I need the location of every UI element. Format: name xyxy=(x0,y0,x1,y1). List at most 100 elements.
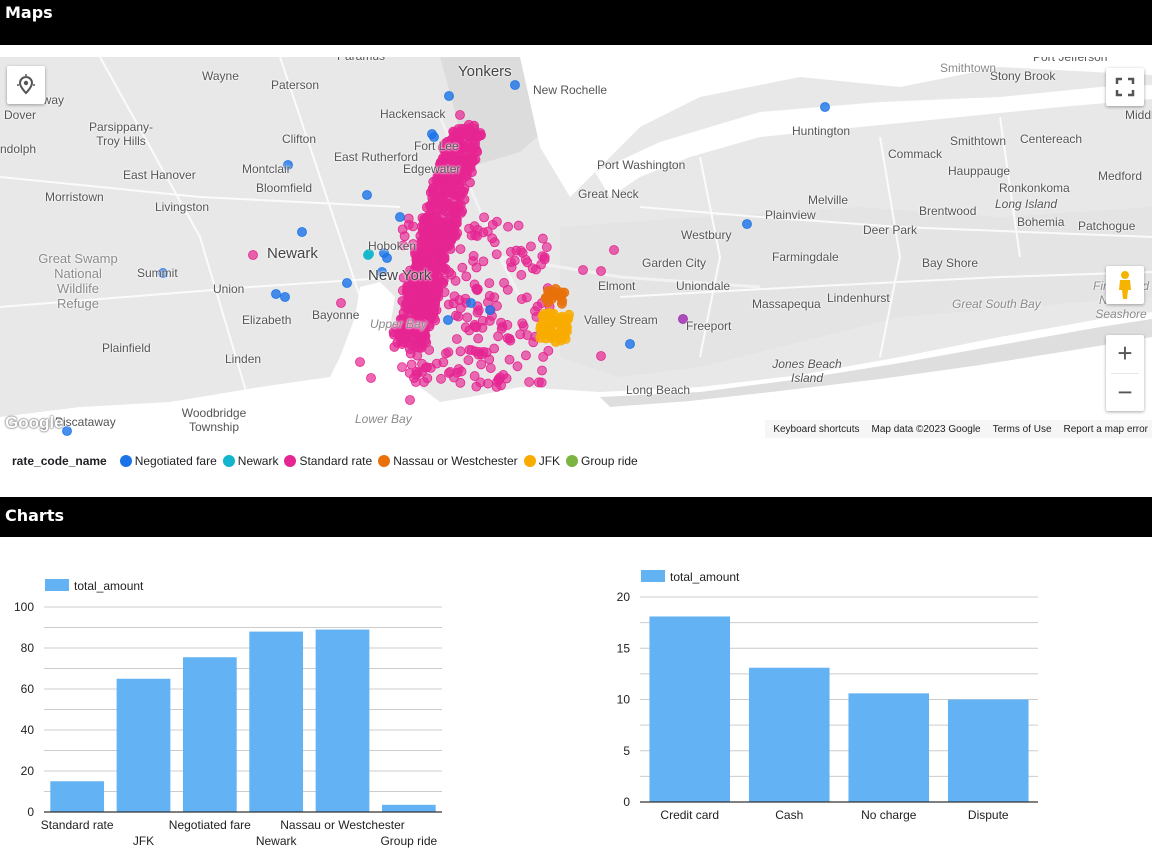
trip-point[interactable] xyxy=(416,235,427,246)
trip-point[interactable] xyxy=(516,294,527,304)
trip-point[interactable] xyxy=(457,262,468,273)
trip-point[interactable] xyxy=(469,123,480,134)
trip-point[interactable] xyxy=(476,359,487,370)
trip-point[interactable] xyxy=(461,271,472,282)
trip-point[interactable] xyxy=(506,257,516,268)
trip-point[interactable] xyxy=(625,339,635,349)
trip-point[interactable] xyxy=(550,283,561,294)
trip-point[interactable] xyxy=(462,162,472,173)
trip-point[interactable] xyxy=(503,221,513,232)
legend-item-negotiated-fare[interactable]: Negotiated fare xyxy=(119,454,217,468)
trip-point[interactable] xyxy=(820,102,830,112)
map-view[interactable]: Yonkers Paramus Wayne Paterson Hackensack New… xyxy=(0,57,1152,438)
trip-point[interactable] xyxy=(405,395,415,405)
trip-point[interactable] xyxy=(510,80,520,90)
trip-point[interactable] xyxy=(537,365,547,376)
trip-point[interactable] xyxy=(473,333,484,344)
trip-point[interactable] xyxy=(423,257,434,268)
trip-point[interactable] xyxy=(438,278,449,289)
trip-point[interactable] xyxy=(472,132,483,143)
trip-point[interactable] xyxy=(469,371,480,381)
trip-point[interactable] xyxy=(513,220,524,231)
trip-point[interactable] xyxy=(470,154,481,165)
trip-point[interactable] xyxy=(609,245,619,255)
trip-point[interactable] xyxy=(439,287,450,298)
trip-point[interactable] xyxy=(543,290,554,300)
trip-point[interactable] xyxy=(541,242,552,253)
trip-point[interactable] xyxy=(455,110,465,120)
trip-point[interactable] xyxy=(455,346,466,357)
trip-point[interactable] xyxy=(434,260,444,271)
trip-point[interactable] xyxy=(431,291,442,301)
trip-point[interactable] xyxy=(460,322,471,333)
trip-point[interactable] xyxy=(578,265,588,275)
trip-point[interactable] xyxy=(449,197,460,208)
trip-point[interactable] xyxy=(412,350,423,361)
trip-point[interactable] xyxy=(416,331,426,342)
trip-point[interactable] xyxy=(596,351,606,361)
trip-point[interactable] xyxy=(520,254,531,265)
trip-point[interactable] xyxy=(443,315,453,325)
trip-point[interactable] xyxy=(407,333,418,344)
trip-point[interactable] xyxy=(484,278,495,289)
trip-point[interactable] xyxy=(531,264,541,275)
trip-point[interactable] xyxy=(477,322,488,333)
trip-point[interactable] xyxy=(408,221,418,232)
trip-point[interactable] xyxy=(457,186,468,197)
trip-point[interactable] xyxy=(489,237,500,248)
trip-point[interactable] xyxy=(596,266,606,276)
trip-point[interactable] xyxy=(438,243,449,254)
trip-point[interactable] xyxy=(362,190,372,200)
trip-point[interactable] xyxy=(406,359,417,370)
trip-point[interactable] xyxy=(248,250,258,260)
trip-point[interactable] xyxy=(463,130,473,141)
trip-point[interactable] xyxy=(453,311,464,322)
trip-point[interactable] xyxy=(441,348,451,359)
trip-point[interactable] xyxy=(421,289,432,300)
trip-point[interactable] xyxy=(472,307,483,318)
legend-item-newark[interactable]: Newark xyxy=(222,454,278,468)
trip-point[interactable] xyxy=(555,328,566,339)
trip-point[interactable] xyxy=(521,350,531,361)
trip-point[interactable] xyxy=(483,378,493,389)
trip-point[interactable] xyxy=(479,212,489,223)
trip-point[interactable] xyxy=(466,345,477,356)
trip-point[interactable] xyxy=(280,292,290,302)
trip-point[interactable] xyxy=(471,145,482,156)
trip-point[interactable] xyxy=(336,298,346,308)
trip-point[interactable] xyxy=(539,254,550,265)
trip-point[interactable] xyxy=(498,370,509,380)
trip-point[interactable] xyxy=(425,200,435,211)
trip-point[interactable] xyxy=(366,373,376,383)
trip-point[interactable] xyxy=(493,331,503,342)
trip-point[interactable] xyxy=(533,377,544,388)
trip-point[interactable] xyxy=(451,334,462,344)
trip-point[interactable] xyxy=(419,377,429,387)
trip-point[interactable] xyxy=(456,208,467,218)
trip-point[interactable] xyxy=(555,313,566,324)
trip-point[interactable] xyxy=(389,329,399,340)
trip-point[interactable] xyxy=(397,339,408,349)
trip-point[interactable] xyxy=(444,91,454,101)
locate-button[interactable] xyxy=(7,66,45,104)
trip-point[interactable] xyxy=(485,305,495,315)
trip-point[interactable] xyxy=(478,256,489,267)
trip-point[interactable] xyxy=(382,253,392,263)
trip-point[interactable] xyxy=(466,298,476,308)
trip-point[interactable] xyxy=(404,303,415,314)
trip-point[interactable] xyxy=(512,361,523,372)
trip-point[interactable] xyxy=(342,278,352,288)
trip-point[interactable] xyxy=(516,270,527,280)
trip-point[interactable] xyxy=(499,278,509,288)
trip-point[interactable] xyxy=(511,245,522,256)
trip-point[interactable] xyxy=(444,175,455,186)
trip-point[interactable] xyxy=(468,256,478,266)
trip-point[interactable] xyxy=(504,354,515,365)
trip-point[interactable] xyxy=(491,216,502,227)
trip-point[interactable] xyxy=(397,362,407,373)
zoom-control[interactable]: + − xyxy=(1106,335,1144,411)
trip-point[interactable] xyxy=(440,225,451,236)
trip-point[interactable] xyxy=(450,275,461,286)
trip-point[interactable] xyxy=(428,307,439,318)
trip-point[interactable] xyxy=(470,230,481,241)
